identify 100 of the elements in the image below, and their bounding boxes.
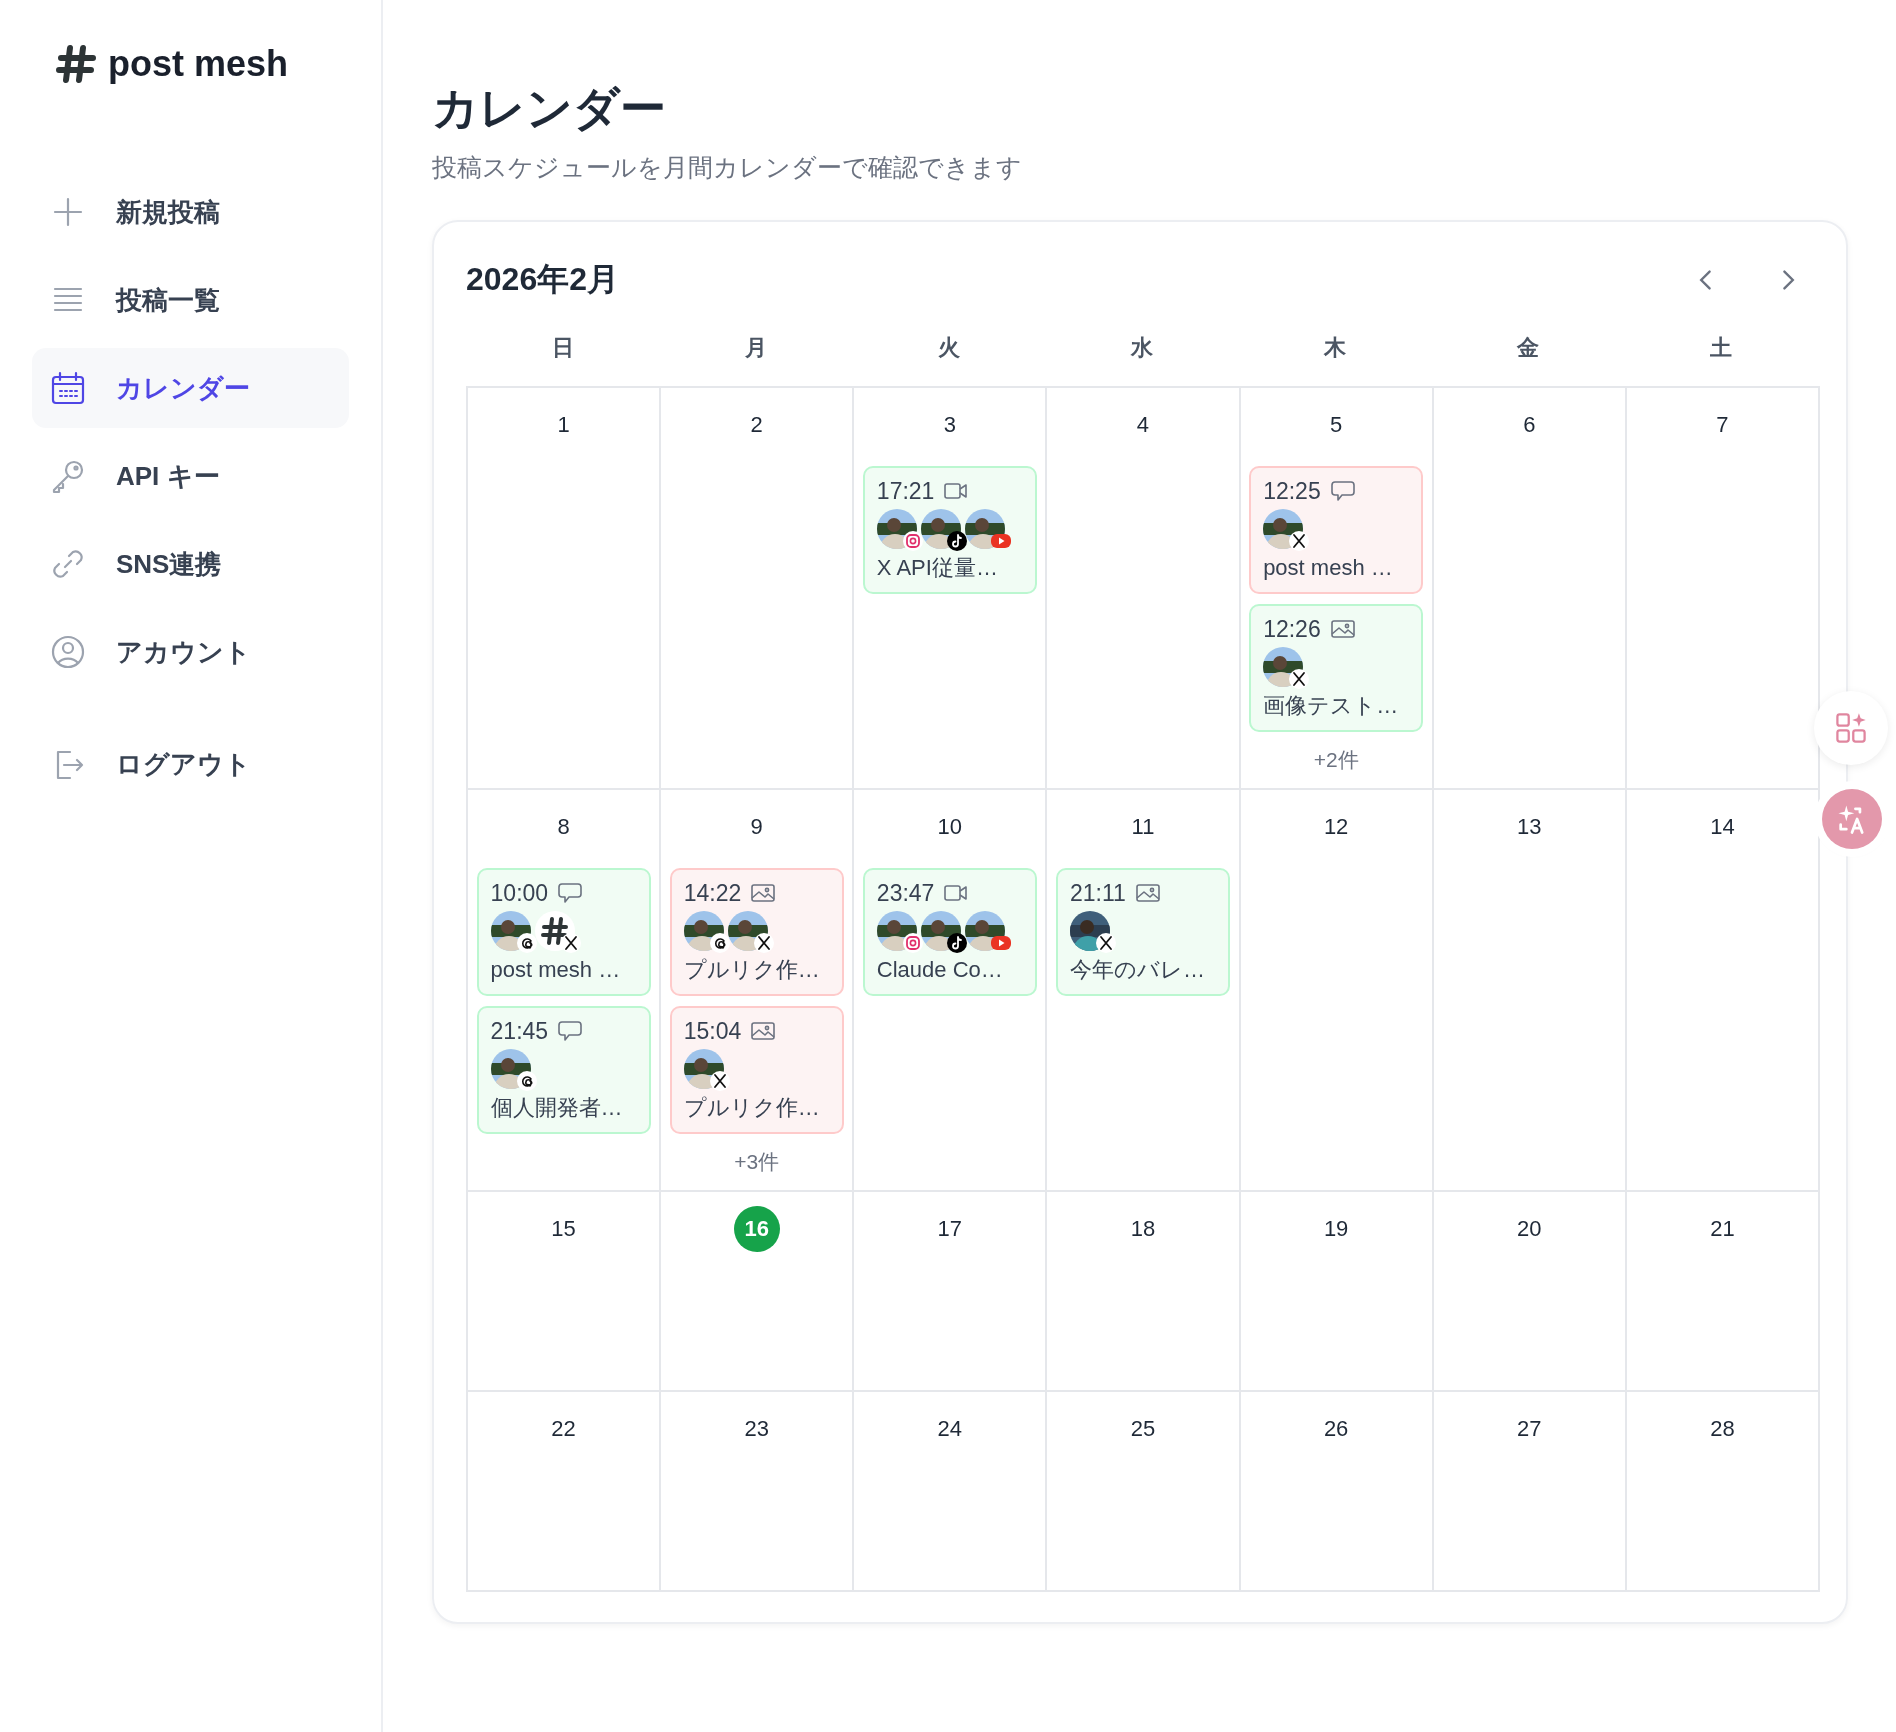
instagram-icon [902, 933, 923, 953]
comment-icon [1330, 480, 1355, 502]
post-time: 12:25 [1263, 477, 1321, 505]
hash-logo-icon [56, 44, 96, 84]
day-number: 20 [1516, 1215, 1543, 1243]
user-icon [50, 634, 86, 670]
page-title: カレンダー [432, 81, 667, 136]
x-icon [709, 1071, 730, 1091]
video-icon [944, 882, 969, 904]
post-card[interactable]: 12:26 画像テスト… [1249, 604, 1424, 732]
tiktok-icon [946, 933, 967, 953]
day-number: 13 [1516, 813, 1543, 841]
image-icon [1330, 618, 1355, 640]
day-number: 21 [1709, 1215, 1736, 1243]
key-icon [50, 458, 86, 494]
x-icon [1289, 531, 1310, 551]
day-number: 14 [1709, 813, 1736, 841]
day-number: 28 [1709, 1415, 1736, 1443]
nav-item[interactable]: アカウント [32, 612, 349, 692]
day-number: 25 [1129, 1415, 1157, 1443]
day-number: 16 [733, 1206, 780, 1252]
image-icon [751, 1020, 776, 1042]
month-title: 2026年2月 [466, 260, 619, 299]
apps-sparkle-icon [1834, 711, 1868, 745]
day-number: 22 [550, 1415, 577, 1443]
day-number: 18 [1129, 1215, 1157, 1243]
post-title: プルリク作… [683, 956, 821, 984]
post-time: 21:45 [490, 1017, 549, 1045]
weekday-label: 月 [743, 334, 768, 362]
weekday-label: 木 [1323, 334, 1348, 362]
instagram-icon [902, 531, 923, 551]
post-card[interactable]: 17:21 X API従量… [862, 466, 1037, 594]
post-card[interactable]: 15:04 プルリク作… [669, 1006, 844, 1134]
x-icon [560, 933, 581, 953]
day-number: 5 [1329, 411, 1344, 439]
more-link[interactable]: +3件 [734, 1148, 780, 1176]
day-number: 2 [749, 411, 764, 439]
day-number: 24 [936, 1415, 964, 1443]
day-number: 27 [1516, 1415, 1543, 1443]
day-number: 19 [1322, 1215, 1350, 1243]
post-title: post mesh … [490, 956, 622, 984]
post-title: Claude Co… [876, 956, 1004, 984]
post-time: 10:00 [490, 879, 549, 907]
post-title: 画像テスト… [1263, 692, 1400, 720]
weekday-label: 火 [936, 334, 961, 362]
day-number: 12 [1322, 813, 1350, 841]
post-card[interactable]: 23:47 Claude Co… [862, 868, 1037, 996]
day-number: 6 [1522, 411, 1537, 439]
day-number: 11 [1130, 813, 1156, 841]
weekday-label: 金 [1516, 334, 1541, 362]
nav-item[interactable]: 投稿一覧 [32, 260, 349, 340]
post-title: post mesh … [1263, 554, 1394, 582]
more-link[interactable]: +2件 [1313, 746, 1359, 774]
nav-item[interactable]: SNS連携 [32, 524, 349, 604]
x-icon [1096, 933, 1116, 953]
day-number: 3 [942, 411, 957, 439]
comment-icon [558, 1020, 583, 1042]
day-number: 10 [936, 813, 964, 841]
post-time: 17:21 [876, 477, 935, 505]
day-number: 8 [556, 813, 571, 841]
day-number: 7 [1715, 411, 1730, 439]
nav-item[interactable]: 新規投稿 [32, 172, 349, 252]
image-icon [1135, 882, 1160, 904]
nav-item[interactable]: ログアウト [32, 724, 349, 804]
calendar-icon [50, 370, 86, 406]
threads-icon [516, 1071, 537, 1091]
nav-item[interactable]: カレンダー [32, 348, 349, 428]
post-title: プルリク作… [683, 1094, 821, 1122]
post-time: 15:04 [683, 1017, 742, 1045]
post-time: 12:26 [1263, 615, 1321, 643]
threads-icon [709, 933, 730, 953]
post-card[interactable]: 10:00 post mesh … [476, 868, 651, 996]
post-card[interactable]: 21:45 個人開発者… [476, 1006, 651, 1134]
post-title: 個人開発者… [490, 1094, 624, 1122]
comment-icon [558, 882, 583, 904]
brand-name: post mesh [108, 43, 289, 85]
x-icon [1289, 669, 1310, 689]
page-subtitle: 投稿スケジュールを月間カレンダーで確認できます [432, 152, 1023, 183]
image-icon [751, 882, 776, 904]
x-icon [753, 933, 774, 953]
day-number: 1 [556, 411, 571, 439]
post-time: 14:22 [683, 879, 742, 907]
weekday-label: 水 [1129, 334, 1154, 362]
post-time: 21:11 [1070, 879, 1126, 907]
day-number: 17 [936, 1215, 964, 1243]
post-card[interactable]: 14:22 プルリク作… [669, 868, 844, 996]
post-card[interactable]: 21:11 今年のバレ… [1056, 868, 1230, 996]
post-time: 23:47 [876, 879, 935, 907]
nav-item[interactable]: API キー [32, 436, 349, 516]
weekday-label: 土 [1709, 334, 1734, 362]
day-number: 26 [1322, 1415, 1350, 1443]
weekday-label: 日 [550, 334, 575, 362]
threads-icon [516, 933, 537, 953]
tiktok-icon [946, 531, 967, 551]
post-title: 今年のバレ… [1070, 956, 1206, 984]
day-number: 15 [550, 1215, 577, 1243]
video-icon [944, 480, 969, 502]
day-number: 4 [1135, 411, 1151, 439]
post-card[interactable]: 12:25 post mesh … [1249, 466, 1424, 594]
day-number: 9 [749, 813, 764, 841]
